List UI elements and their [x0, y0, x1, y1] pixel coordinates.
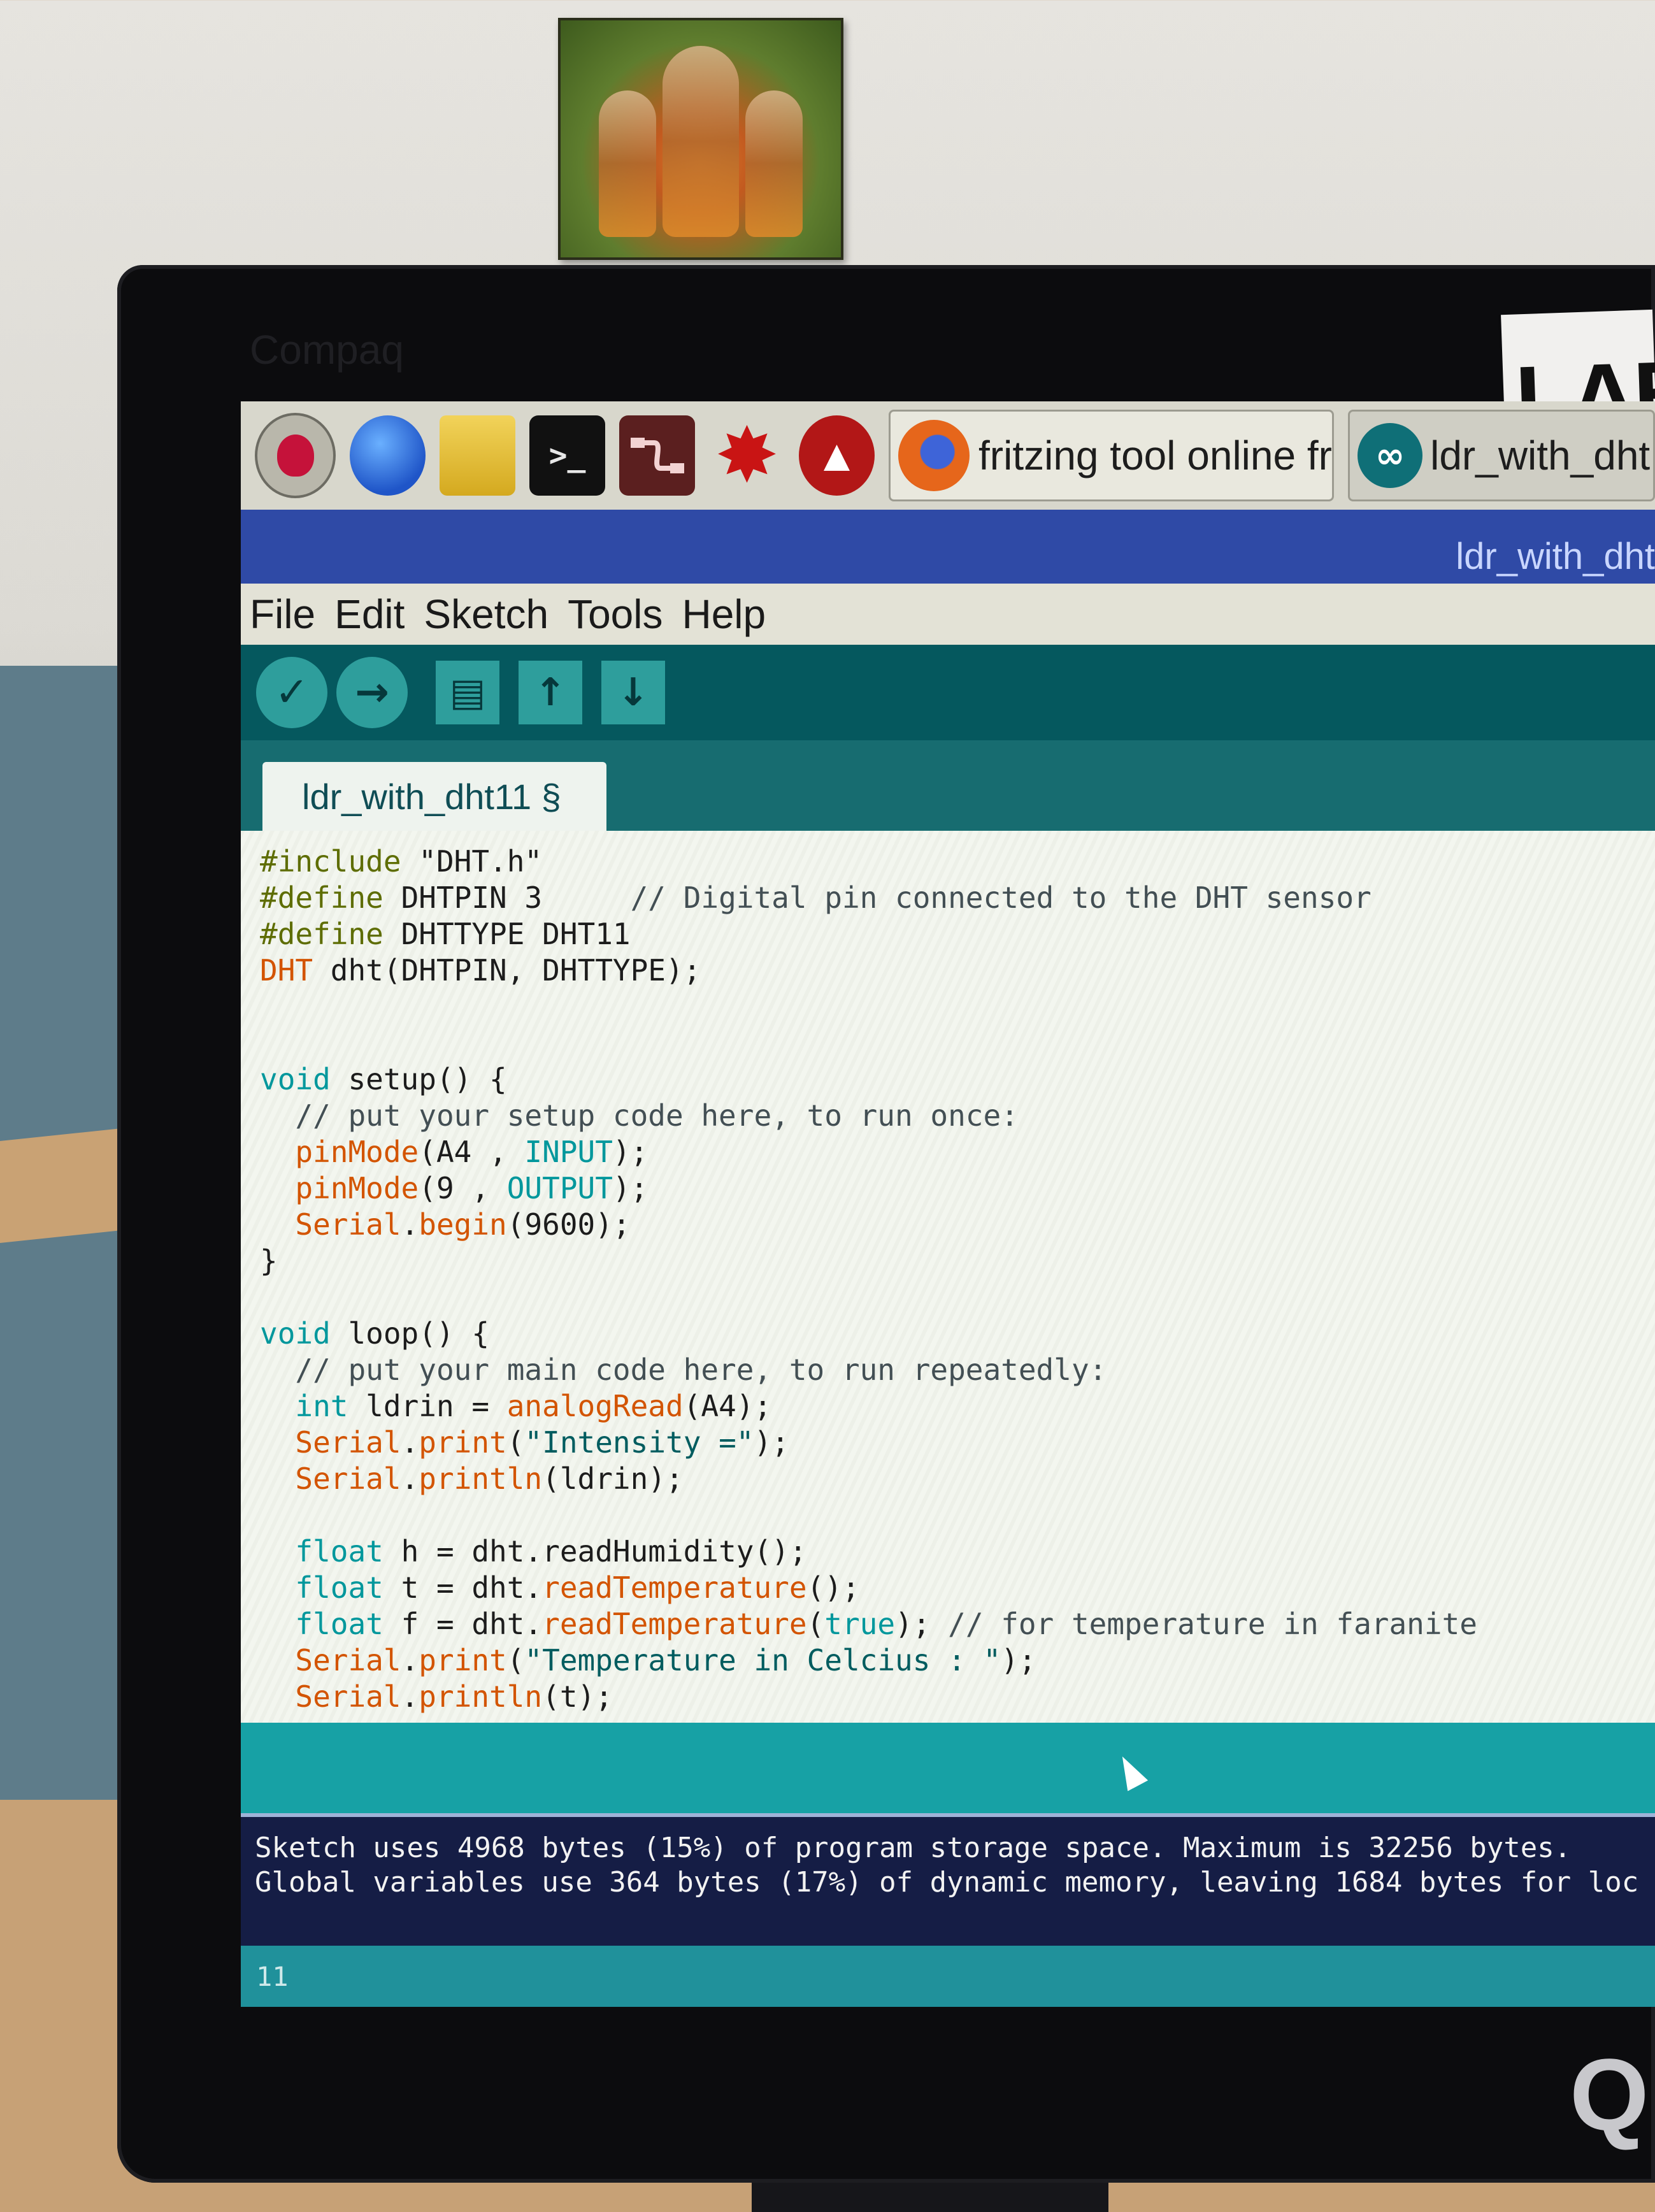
taskbar-task-firefox[interactable]: fritzing tool online fre... — [889, 410, 1335, 501]
window-title: ldr_with_dht — [1456, 536, 1655, 577]
status-bar — [241, 1723, 1655, 1813]
compaq-logo: Q — [1570, 2037, 1649, 2151]
new-file-icon: ▤ — [449, 670, 486, 715]
open-sketch-button[interactable]: ↑ — [519, 661, 582, 724]
menu-file[interactable]: File — [250, 591, 315, 638]
line-number: 11 — [256, 1961, 289, 1992]
code-text: #include "DHT.h" #define DHTPIN 3 // Dig… — [260, 844, 1477, 1714]
menu-tools[interactable]: Tools — [568, 591, 663, 638]
menu-sketch[interactable]: Sketch — [424, 591, 548, 638]
painting-figure-center — [663, 46, 739, 237]
file-manager-icon[interactable] — [440, 415, 515, 496]
desk — [0, 1126, 134, 1244]
window-title-bar[interactable]: ldr_with_dht — [241, 510, 1655, 584]
tab-strip: ldr_with_dht11 § — [241, 740, 1655, 831]
wolfram-icon[interactable]: ▲ — [799, 415, 875, 496]
arrow-up-icon: ↑ — [534, 670, 567, 715]
mathematica-icon[interactable]: ✸ — [709, 415, 785, 496]
monitor-brand: Compaq — [250, 327, 404, 373]
output-console[interactable]: Sketch uses 4968 bytes (15%) of program … — [241, 1813, 1655, 1950]
terminal-icon[interactable]: >_ — [529, 415, 605, 496]
painting-figure-left — [599, 90, 656, 237]
taskbar: >_ ✸ ▲ fritzing tool online fre... ∞ ldr… — [241, 401, 1655, 510]
firefox-icon — [898, 420, 970, 491]
tab-label: ldr_with_dht11 § — [302, 777, 561, 817]
wall-painting — [558, 18, 843, 260]
arrow-down-icon: ↓ — [617, 670, 650, 715]
node-red-icon[interactable] — [619, 415, 695, 496]
menu-help[interactable]: Help — [682, 591, 766, 638]
taskbar-task-label: ldr_with_dht — [1430, 433, 1651, 478]
save-sketch-button[interactable]: ↓ — [601, 661, 665, 724]
tab-ldr-with-dht11[interactable]: ldr_with_dht11 § — [262, 762, 606, 831]
painting-figure-right — [745, 90, 803, 237]
raspberry-pi-menu-icon[interactable] — [255, 413, 336, 498]
verify-button[interactable]: ✓ — [256, 657, 327, 728]
arrow-right-icon: → — [355, 669, 389, 716]
code-editor[interactable]: #include "DHT.h" #define DHTPIN 3 // Dig… — [241, 831, 1655, 1723]
taskbar-task-label: fritzing tool online fre... — [978, 433, 1332, 478]
taskbar-task-arduino[interactable]: ∞ ldr_with_dht — [1348, 410, 1655, 501]
upload-button[interactable]: → — [336, 657, 408, 728]
line-number-bar: 11 — [241, 1946, 1655, 2007]
menu-edit[interactable]: Edit — [334, 591, 405, 638]
new-sketch-button[interactable]: ▤ — [436, 661, 499, 724]
arduino-icon: ∞ — [1358, 423, 1423, 488]
web-browser-icon[interactable] — [350, 415, 426, 496]
checkmark-icon: ✓ — [275, 669, 309, 716]
toolbar: ✓ → ▤ ↑ ↓ — [241, 645, 1655, 740]
menu-bar: File Edit Sketch Tools Help — [241, 584, 1655, 645]
screen: >_ ✸ ▲ fritzing tool online fre... ∞ ldr… — [241, 401, 1655, 2007]
console-text: Sketch uses 4968 bytes (15%) of program … — [255, 1832, 1639, 1899]
